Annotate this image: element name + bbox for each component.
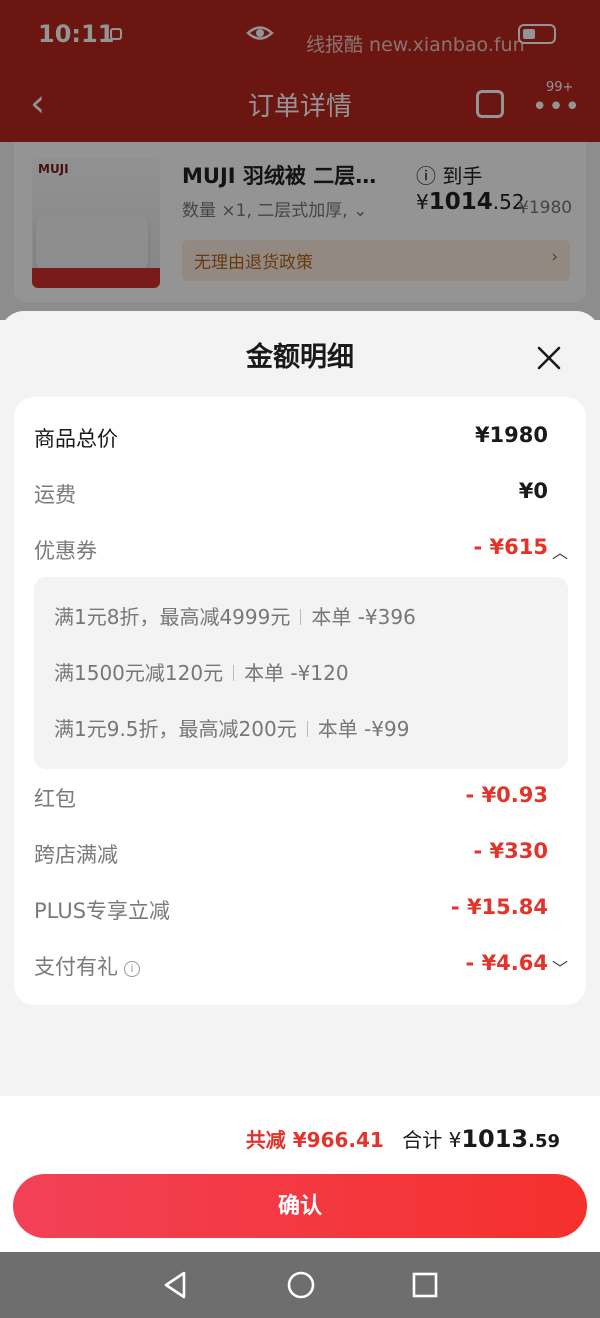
coupon-applied: 本单 -¥120 [244,661,349,685]
pay-gift-value: - ¥4.64 [465,951,548,975]
confirm-button[interactable]: 确认 [13,1174,587,1238]
red-packet-value: - ¥0.93 [465,783,548,807]
close-icon[interactable] [534,343,564,373]
divider [233,665,235,681]
goods-total-label: 商品总价 [34,427,118,451]
bottom-bar: 共减 ¥966.41 合计 ¥1013.59 确认 [0,1096,600,1252]
plus-label: PLUS专享立减 [34,899,171,923]
coupon-item: 满1500元减120元 本单 -¥120 [54,657,349,686]
sheet-title: 金额明细 [246,342,354,373]
sum-label: 合计 ¥ [402,1128,462,1152]
coupon-item: 满1元9.5折，最高减200元 本单 -¥99 [54,713,409,742]
shipping-label: 运费 [34,483,76,507]
coupon-applied: 本单 -¥99 [317,717,410,741]
row-plus: PLUS专享立减 - ¥15.84 [34,889,566,929]
back-triangle-icon[interactable] [162,1270,188,1300]
shipping-value: ¥0 [518,479,548,503]
order-sum: 合计 ¥1013.59 [402,1125,560,1153]
chevron-up-icon[interactable]: ︿ [552,539,568,563]
modal-overlay[interactable] [0,0,600,320]
row-pay-gift[interactable]: 支付有礼 i - ¥4.64 ﹀ [34,945,568,985]
goods-total-value: ¥1980 [474,423,548,447]
coupon-rule: 满1500元减120元 [54,661,224,685]
divider [300,609,302,625]
plus-value: - ¥15.84 [450,895,548,919]
pay-gift-label: 支付有礼 [34,955,118,979]
total-cut: 共减 ¥966.41 [245,1128,384,1152]
coupon-rule: 满1元9.5折，最高减200元 [54,717,297,741]
coupon-value: - ¥615 [473,535,548,559]
coupon-list: 满1元8折，最高减4999元 本单 -¥396 满1500元减120元 本单 -¥1… [34,577,568,769]
totals: 共减 ¥966.41 合计 ¥1013.59 [246,1124,560,1153]
home-circle-icon[interactable] [286,1270,316,1300]
cross-store-label: 跨店满减 [34,843,118,867]
amount-card: 商品总价 ¥1980 运费 ¥0 优惠券 - ¥615 ︿ 满1元8折，最高减4… [14,397,586,1005]
coupon-item: 满1元8折，最高减4999元 本单 -¥396 [54,601,416,630]
row-cross-store: 跨店满减 - ¥330 [34,833,566,873]
chevron-down-icon[interactable]: ﹀ [552,955,568,979]
row-goods-total: 商品总价 ¥1980 [34,417,566,457]
coupon-label: 优惠券 [34,539,97,563]
red-packet-label: 红包 [34,787,76,811]
cross-store-value: - ¥330 [473,839,548,863]
row-red-packet: 红包 - ¥0.93 [34,777,566,817]
row-coupon[interactable]: 优惠券 - ¥615 ︿ [34,529,568,569]
coupon-rule: 满1元8折，最高减4999元 [54,605,291,629]
recents-square-icon[interactable] [412,1270,438,1300]
pay-gift-label-wrap: 支付有礼 i [34,951,140,981]
sum-int: 1013 [461,1125,529,1153]
sum-dec: .59 [528,1131,560,1152]
divider [306,721,308,737]
info-icon[interactable]: i [124,961,140,977]
row-shipping: 运费 ¥0 [34,473,566,513]
coupon-applied: 本单 -¥396 [311,605,416,629]
system-nav-bar [0,1252,600,1318]
